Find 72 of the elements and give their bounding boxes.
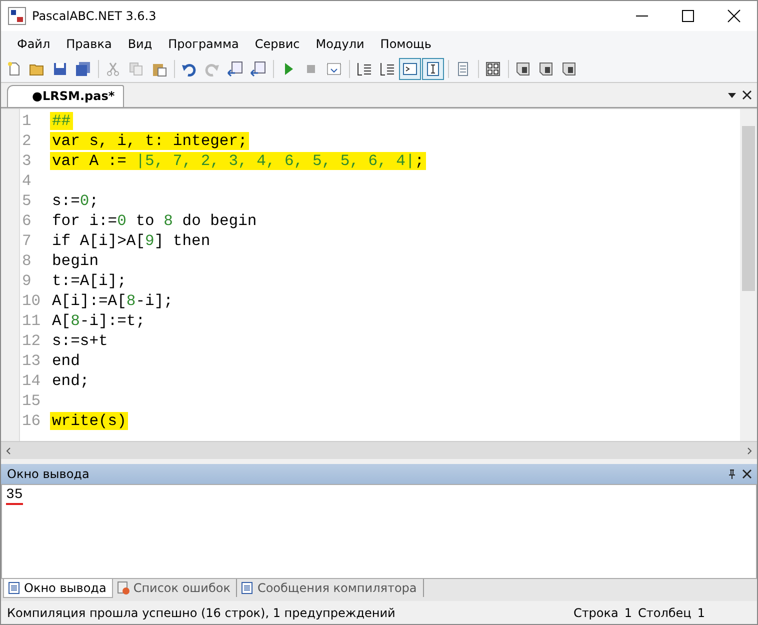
line-number: 15 <box>21 392 42 410</box>
undo-icon[interactable] <box>181 61 197 77</box>
line-number: 13 <box>21 352 42 370</box>
tab-label: Сообщения компилятора <box>257 581 417 595</box>
text-lines-icon[interactable] <box>379 61 395 77</box>
window-title: PascalABC.NET 3.6.3 <box>32 9 156 23</box>
page-icon[interactable] <box>538 61 554 77</box>
panel-title: Окно вывода <box>7 467 90 481</box>
file-tab[interactable]: ●LRSM.pas* <box>7 85 124 107</box>
code-line: end <box>51 352 81 370</box>
code-line: end; <box>51 372 90 390</box>
code-line: begin <box>51 252 100 270</box>
close-icon[interactable] <box>742 469 752 479</box>
list-icon[interactable] <box>455 61 471 77</box>
line-number: 4 <box>21 172 32 190</box>
column-label: Столбец <box>638 606 692 620</box>
text-lines-icon[interactable] <box>356 61 372 77</box>
clipboard-icon[interactable] <box>151 61 167 77</box>
document-icon <box>7 581 21 595</box>
code-line: for i:=0 to 8 do begin <box>51 212 258 230</box>
line-number: 7 <box>21 232 32 250</box>
dropdown-icon[interactable] <box>727 90 737 100</box>
close-icon[interactable] <box>742 90 752 100</box>
line-number: 10 <box>21 292 42 310</box>
horizontal-scrollbar[interactable] <box>1 441 757 459</box>
line-number: 16 <box>21 412 42 430</box>
tab-label: Окно вывода <box>24 581 106 595</box>
floppies-icon[interactable] <box>75 61 91 77</box>
menu-item[interactable]: Вид <box>120 36 160 50</box>
code-line: s:=s+t <box>51 332 109 350</box>
line-number: 9 <box>21 272 32 290</box>
document-arrow-icon[interactable] <box>250 61 266 77</box>
pin-icon[interactable] <box>727 469 737 479</box>
menu-item[interactable]: Файл <box>9 36 58 50</box>
status-message: Компиляция прошла успешно (16 строк), 1 предупреждений <box>7 606 396 620</box>
code-line: t:=A[i]; <box>51 272 128 290</box>
new-file-icon[interactable] <box>6 61 22 77</box>
text-cursor-icon[interactable] <box>425 61 441 77</box>
line-number: 14 <box>21 372 42 390</box>
line-number: 6 <box>21 212 32 230</box>
vertical-scrollbar[interactable] <box>740 109 757 441</box>
page-icon[interactable] <box>561 61 577 77</box>
panel-tab[interactable]: Сообщения компилятора <box>237 579 424 597</box>
panel-tab[interactable]: Окно вывода <box>3 579 114 598</box>
tab-label: Список ошибок <box>133 581 230 595</box>
code-line: A[8-i]:=t; <box>51 312 146 330</box>
menu-item[interactable]: Сервис <box>246 36 308 50</box>
row-label: Строка <box>573 606 618 620</box>
line-number: 8 <box>21 252 32 270</box>
output-text: 35 <box>6 487 23 505</box>
line-number: 1 <box>21 112 32 130</box>
floppy-icon[interactable] <box>52 61 68 77</box>
console-icon[interactable] <box>402 61 418 77</box>
menu-item[interactable]: Модули <box>308 36 372 50</box>
row-value: 1 <box>624 606 632 620</box>
app-icon <box>8 7 26 25</box>
code-line: if A[i]>A[9] then <box>51 232 212 250</box>
panel-tab[interactable]: Список ошибок <box>113 579 238 597</box>
line-number: 12 <box>21 332 42 350</box>
menu-item[interactable]: Программа <box>160 36 247 50</box>
column-value: 1 <box>697 606 705 620</box>
line-number: 11 <box>21 312 42 330</box>
page-icon[interactable] <box>515 61 531 77</box>
line-number: 5 <box>21 192 32 210</box>
document-arrow-icon[interactable] <box>227 61 243 77</box>
line-number: 3 <box>21 152 32 170</box>
code-line: A[i]:=A[8-i]; <box>51 292 174 310</box>
code-line: s:=0; <box>51 192 100 210</box>
menu-item[interactable]: Помощь <box>372 36 440 50</box>
document-icon <box>240 581 254 595</box>
menu-item[interactable]: Правка <box>58 36 120 50</box>
line-number: 2 <box>21 132 32 150</box>
